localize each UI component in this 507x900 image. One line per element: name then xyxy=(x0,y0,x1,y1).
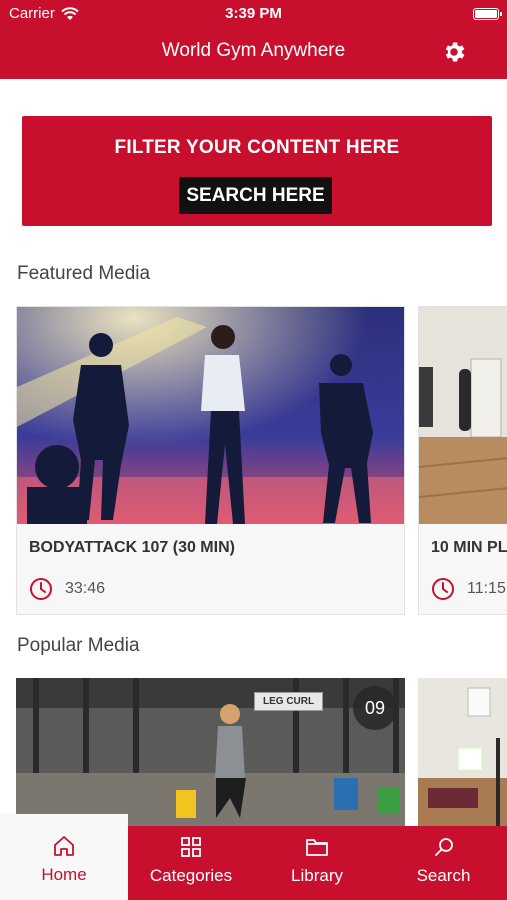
filter-banner[interactable]: FILTER YOUR CONTENT HERE SEARCH HERE xyxy=(22,116,492,226)
search-here-button[interactable]: SEARCH HERE xyxy=(179,177,332,214)
home-icon xyxy=(54,836,74,856)
featured-card-bodyattack[interactable]: BODYATTACK 107 (30 MIN) 33:46 xyxy=(16,306,405,615)
tab-search-label: Search xyxy=(416,866,471,885)
popular-thumbnail xyxy=(418,678,507,828)
featured-card-duration: 11:15 xyxy=(431,577,506,601)
battery-icon xyxy=(473,8,502,20)
status-bar: Carrier 3:39 PM xyxy=(0,0,507,28)
tab-library[interactable]: Library xyxy=(254,826,380,900)
app-header: Carrier 3:39 PM World Gym Anywhere xyxy=(0,0,507,79)
filter-label: FILTER YOUR CONTENT HERE xyxy=(114,137,400,158)
folder-icon xyxy=(306,839,328,856)
popular-card-2[interactable] xyxy=(418,678,507,828)
popular-thumbnail xyxy=(16,678,405,828)
popular-section-title: Popular Media xyxy=(17,635,140,656)
bodyattack-thumbnail xyxy=(17,307,404,524)
featured-section-title: Featured Media xyxy=(17,263,151,284)
tab-search[interactable]: Search xyxy=(380,826,507,900)
featured-card-title: 10 MIN PL xyxy=(431,539,507,556)
clock-icon xyxy=(432,578,454,600)
clock-icon xyxy=(30,578,52,600)
duration-label: 11:15 xyxy=(467,580,506,597)
status-time: 3:39 PM xyxy=(225,5,282,22)
tab-categories[interactable]: Categories xyxy=(128,826,254,900)
episode-badge: 09 xyxy=(353,686,397,730)
search-icon xyxy=(434,838,453,856)
10-min-thumbnail xyxy=(419,307,507,524)
tab-library-label: Library xyxy=(291,866,343,885)
tab-bar: Home Categories Library Search xyxy=(0,814,507,900)
tab-categories-label: Categories xyxy=(149,866,233,885)
duration-label: 33:46 xyxy=(65,580,106,597)
popular-card-leg-curl[interactable]: LEG CURL 09 xyxy=(16,678,405,828)
featured-card-10-min[interactable]: 10 MIN PL 11:15 xyxy=(418,306,507,615)
tab-home-label: Home xyxy=(41,865,87,884)
featured-card-duration: 33:46 xyxy=(29,577,105,601)
grid-icon xyxy=(181,837,201,857)
page-title: World Gym Anywhere xyxy=(161,40,346,61)
tab-home[interactable]: Home xyxy=(0,814,128,900)
gear-icon[interactable] xyxy=(441,39,467,65)
featured-card-title: BODYATTACK 107 (30 MIN) xyxy=(29,539,235,556)
leg-curl-sign: LEG CURL xyxy=(254,692,324,711)
